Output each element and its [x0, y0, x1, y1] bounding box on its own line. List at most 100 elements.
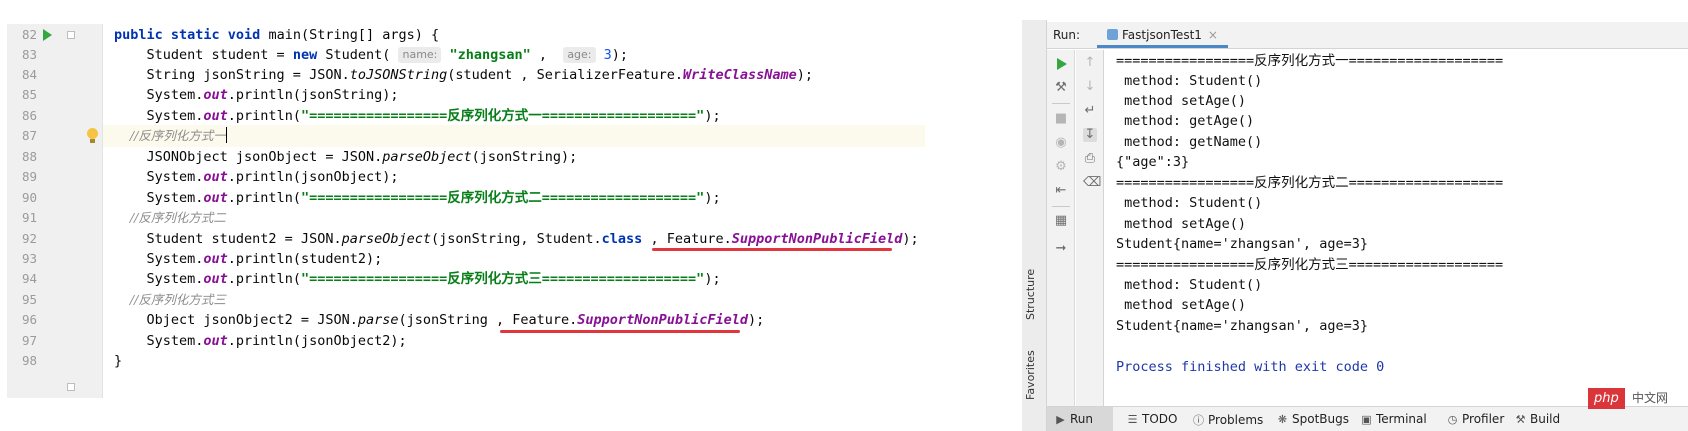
console-line: method: Student() [1116, 73, 1263, 89]
code-line-98[interactable]: } [114, 350, 122, 372]
terminal-icon: ▣ [1361, 413, 1372, 426]
structure-side-tab[interactable]: Structure [1024, 250, 1037, 320]
play-icon: ▶ [1056, 413, 1065, 426]
terminal-tool-button[interactable]: ▣ Terminal [1361, 412, 1427, 426]
editor-gutter: 82 83 84 85 86 87 88 89 90 91 92 93 94 9… [7, 24, 102, 398]
line-number: 87 [21, 128, 37, 143]
code-line-96[interactable]: Object jsonObject2 = JSON.parse(jsonStri… [114, 309, 765, 331]
console-line: method: getName() [1116, 134, 1263, 150]
console-line: method setAge() [1116, 297, 1247, 313]
line-number: 96 [21, 312, 37, 327]
arrow-up-icon[interactable]: ↑ [1083, 56, 1097, 70]
line-number: 83 [21, 47, 37, 62]
annotation-underline-96 [500, 330, 740, 333]
console-line: Student{name='zhangsan', age=3} [1116, 236, 1368, 252]
line-number: 95 [21, 292, 37, 307]
hammer-icon: ⚒ [1515, 413, 1526, 426]
run-tool-button[interactable]: ▶ Run [1047, 407, 1113, 431]
console-line: method: Student() [1116, 195, 1263, 211]
profiler-tool-button[interactable]: ◷ Profiler [1447, 412, 1505, 426]
pin-icon[interactable]: ➞ [1054, 242, 1068, 256]
problems-tool-button[interactable]: ⓘ Problems [1193, 412, 1263, 428]
run-tool-label: Run [1070, 412, 1094, 426]
run-config-tab-label: FastjsonTest1 [1122, 28, 1202, 42]
line-number: 89 [21, 169, 37, 184]
watermark-suffix: 中文网 [1632, 391, 1669, 405]
tool-window-top-strip [1024, 0, 1688, 20]
line-number: 98 [21, 353, 37, 368]
run-toolbar-secondary: ↑ ↓ ↵ ↧ ⎙ ⌫ [1076, 50, 1104, 406]
problems-label: Problems [1208, 413, 1264, 427]
console-line: =================反序列化方式二================… [1116, 175, 1504, 191]
layout-icon[interactable]: ▦ [1054, 214, 1068, 228]
code-line-88[interactable]: JSONObject jsonObject = JSON.parseObject… [114, 146, 578, 168]
param-hint-name: name: [398, 47, 442, 63]
run-label: Run: [1053, 28, 1081, 42]
terminal-label: Terminal [1376, 412, 1427, 426]
toolbar-divider [1052, 103, 1070, 104]
code-line-86[interactable]: System.out.println("=================反序列… [114, 105, 721, 127]
line-number: 94 [21, 271, 37, 286]
code-line-93[interactable]: System.out.println(student2); [114, 248, 383, 270]
line-number: 92 [21, 231, 37, 246]
code-line-85[interactable]: System.out.println(jsonString); [114, 84, 399, 106]
exit-icon[interactable]: ⇤ [1054, 184, 1068, 198]
camera-icon[interactable]: ◉ [1054, 136, 1068, 150]
profiler-label: Profiler [1462, 412, 1505, 426]
build-label: Build [1530, 412, 1561, 426]
run-toolbar-primary: ⚒ ■ ◉ ⚙ ⇤ ▦ ➞ [1047, 50, 1075, 406]
run-main-icon[interactable] [43, 29, 52, 41]
build-tool-button[interactable]: ⚒ Build [1515, 412, 1561, 426]
console-line: method setAge() [1116, 93, 1247, 109]
spotbugs-tool-button[interactable]: ❋ SpotBugs [1277, 412, 1349, 426]
soft-wrap-icon[interactable]: ↵ [1083, 104, 1097, 118]
code-line-89[interactable]: System.out.println(jsonObject); [114, 166, 399, 188]
code-line-83[interactable]: Student student = new Student( name: "zh… [114, 44, 628, 66]
console-line: Student{name='zhangsan', age=3} [1116, 318, 1368, 334]
console-line: method setAge() [1116, 216, 1247, 232]
annotation-underline-92 [652, 248, 892, 251]
console-line: method: Student() [1116, 277, 1263, 293]
line-number: 90 [21, 190, 37, 205]
print-icon[interactable]: ⎙ [1083, 152, 1097, 166]
line-number: 97 [21, 333, 37, 348]
close-icon[interactable]: × [1208, 28, 1218, 42]
trash-icon[interactable]: ⌫ [1083, 176, 1101, 190]
code-line-97[interactable]: System.out.println(jsonObject2); [114, 330, 407, 352]
code-line-84[interactable]: String jsonString = JSON.toJSONString(st… [114, 64, 814, 86]
list-icon: ☰ [1127, 413, 1138, 426]
line-number: 86 [21, 108, 37, 123]
intention-bulb-icon[interactable] [87, 128, 98, 139]
wrench-icon[interactable]: ⚒ [1054, 81, 1068, 95]
favorites-side-tab[interactable]: Favorites [1024, 330, 1037, 400]
code-line-82[interactable]: public static void main(String[] args) { [114, 24, 439, 46]
bug-icon: ❋ [1277, 413, 1288, 426]
code-line-91[interactable]: //反序列化方式二 [114, 207, 226, 229]
todo-tool-button[interactable]: ☰ TODO [1127, 412, 1178, 426]
code-line-94[interactable]: System.out.println("=================反序列… [114, 268, 721, 290]
console-line: =================反序列化方式三================… [1116, 257, 1504, 273]
code-editor[interactable]: 82 83 84 85 86 87 88 89 90 91 92 93 94 9… [7, 24, 925, 398]
code-line-92[interactable]: Student student2 = JSON.parseObject(json… [114, 228, 919, 250]
line-number: 91 [21, 210, 37, 225]
code-line-87[interactable]: //反序列化方式一 [114, 125, 227, 147]
console-exit-line: Process finished with exit code 0 [1116, 359, 1385, 375]
run-window-header: Run: FastjsonTest1 × [1047, 22, 1688, 49]
line-number: 82 [21, 27, 37, 42]
rerun-icon[interactable] [1057, 58, 1067, 70]
code-line-95[interactable]: //反序列化方式三 [114, 289, 226, 311]
stop-icon[interactable]: ■ [1054, 112, 1068, 126]
fold-open-icon[interactable] [67, 31, 75, 39]
console-line: method: getAge() [1116, 113, 1255, 129]
console-output[interactable]: =================反序列化方式一================… [1112, 50, 1682, 406]
line-number: 85 [21, 87, 37, 102]
run-config-tab[interactable]: FastjsonTest1 × [1097, 22, 1228, 48]
todo-label: TODO [1142, 412, 1178, 426]
arrow-down-icon[interactable]: ↓ [1083, 80, 1097, 94]
debug-bug-icon[interactable]: ⚙ [1054, 160, 1068, 174]
php-logo: php [1588, 388, 1625, 409]
fold-close-icon[interactable] [67, 383, 75, 391]
code-line-90[interactable]: System.out.println("=================反序列… [114, 187, 721, 209]
intention-bulb-base [90, 139, 95, 143]
scroll-to-end-icon[interactable]: ↧ [1083, 128, 1097, 142]
